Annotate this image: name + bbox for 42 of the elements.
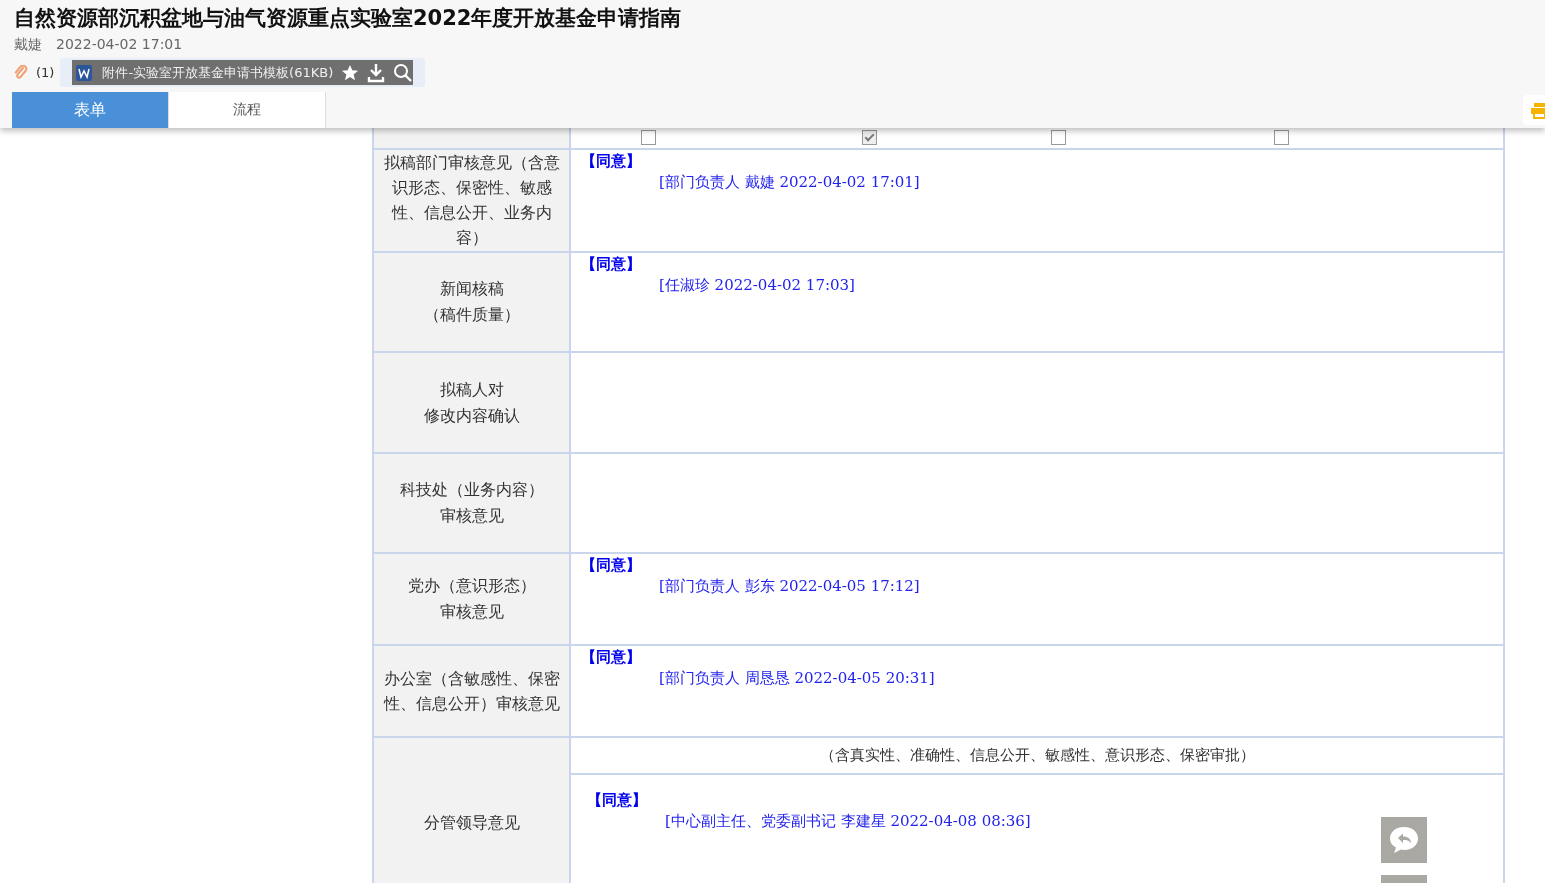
star-icon[interactable]: [341, 63, 360, 82]
checkbox[interactable]: [862, 130, 877, 145]
field-label: （稿件质量）: [423, 304, 520, 326]
signature-text: [部门负责人 彭东 2022-04-05 17:12]: [659, 577, 921, 596]
attachment-name: 附件-实验室开放基金申请书模板(61KB): [102, 63, 334, 82]
checkbox[interactable]: [1274, 130, 1289, 145]
field-label: 分管领导意见: [423, 812, 520, 834]
signature-text: [任淑珍 2022-04-02 17:03]: [659, 276, 856, 295]
chat-reply-icon: [1387, 824, 1421, 856]
signature-text: [部门负责人 戴婕 2022-04-02 17:01]: [659, 173, 921, 192]
field-label: 修改内容确认: [423, 404, 520, 427]
paperclip-icon: [14, 64, 28, 81]
tab[interactable]: 表单: [12, 92, 169, 128]
field-label: 拟稿部门审核意见（含意识形态、保密性、敏感性、信息公开、业务内容）: [382, 152, 561, 249]
reply-button[interactable]: [1381, 817, 1427, 863]
note-cell: （含真实性、准确性、信息公开、敏感性、意识形态、保密审批）: [571, 738, 1503, 775]
field-label: 审核意见: [439, 505, 504, 527]
document-icon: [76, 64, 93, 81]
publish-date: 2022-04-02 17:01: [56, 36, 183, 54]
signature-text: [中心副主任、党委副书记 李建星 2022-04-08 08:36]: [665, 812, 1032, 831]
download-icon[interactable]: [367, 62, 386, 83]
checkbox[interactable]: [1051, 130, 1066, 145]
verdict-text: 【同意】: [587, 791, 648, 810]
tab[interactable]: 流程: [169, 92, 326, 128]
field-label: 办公室（含敏感性、保密性、信息公开）审核意见: [382, 668, 561, 715]
attachment-chip[interactable]: 附件-实验室开放基金申请书模板(61KB): [60, 58, 426, 87]
field-label: 新闻核稿: [439, 278, 504, 300]
field-label: 科技处（业务内容）: [399, 479, 544, 501]
field-label: 拟稿人对: [439, 378, 504, 401]
field-label: 审核意见: [439, 601, 504, 623]
author-name: 戴婕: [14, 36, 42, 54]
signature-text: [部门负责人 周恳恳 2022-04-05 20:31]: [659, 669, 936, 688]
attachment-count: (1): [36, 65, 55, 80]
verdict-text: 【同意】: [581, 556, 642, 575]
verdict-text: 【同意】: [581, 648, 642, 667]
document-title: 自然资源部沉积盆地与油气资源重点实验室2022年度开放基金申请指南: [14, 5, 682, 32]
printer-icon: [1531, 101, 1545, 119]
checkbox[interactable]: [641, 130, 656, 145]
field-label: 党办（意识形态）: [407, 575, 536, 597]
verdict-text: 【同意】: [581, 255, 642, 274]
search-icon[interactable]: [393, 62, 414, 83]
verdict-text: 【同意】: [581, 152, 642, 171]
